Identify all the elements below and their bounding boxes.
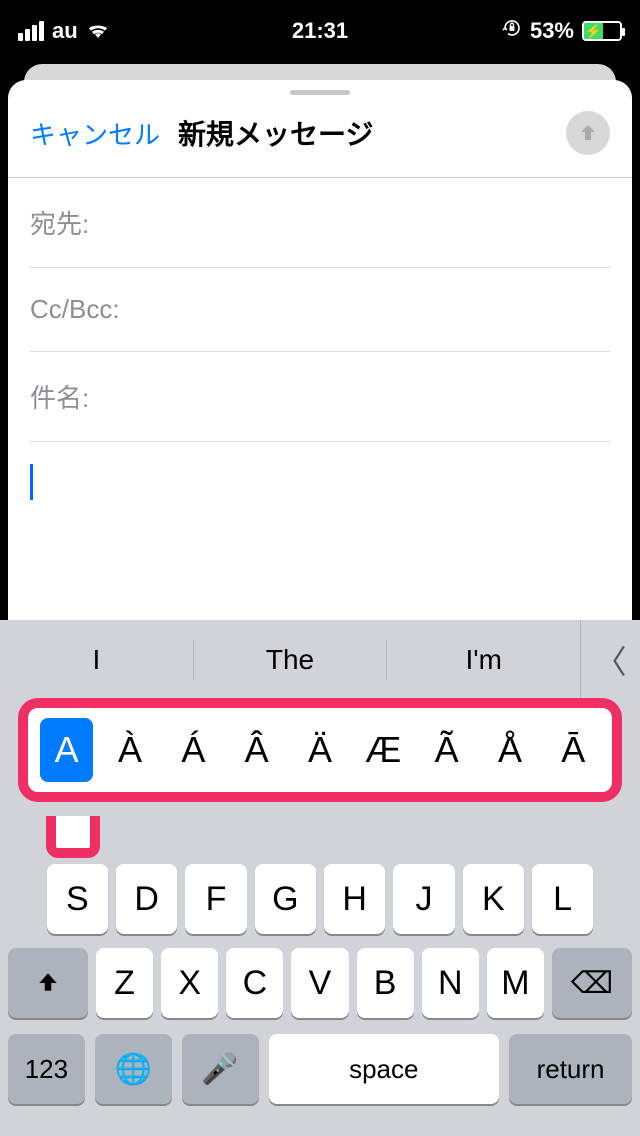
to-label: 宛先:: [30, 209, 89, 239]
ccbcc-label: Cc/Bcc:: [30, 294, 120, 324]
globe-key[interactable]: 🌐: [95, 1034, 172, 1104]
to-field[interactable]: 宛先:: [30, 178, 610, 268]
accent-key[interactable]: Á: [167, 718, 220, 782]
key-Z[interactable]: Z: [96, 948, 153, 1018]
key-row-3: Z X C V B N M ⌫: [0, 948, 640, 1018]
key-G[interactable]: G: [255, 864, 316, 934]
space-key[interactable]: space: [269, 1034, 500, 1104]
accent-key[interactable]: Ā: [547, 718, 600, 782]
key-L[interactable]: L: [532, 864, 593, 934]
accent-key[interactable]: À: [103, 718, 156, 782]
key-M[interactable]: M: [487, 948, 544, 1018]
accent-popup: A À Á Â Ä Æ Ã Å Ā: [18, 698, 622, 802]
shift-icon: [35, 970, 61, 996]
keyboard: I The I'm 〈 A À Á Â Ä Æ Ã Å Ā S D F G H …: [0, 620, 640, 1136]
accent-key[interactable]: Æ: [357, 718, 410, 782]
accent-key-A[interactable]: A: [40, 718, 93, 782]
key-X[interactable]: X: [161, 948, 218, 1018]
key-row-4: 123 🌐 🎤 space return: [0, 1034, 640, 1104]
key-S[interactable]: S: [47, 864, 108, 934]
mic-icon: 🎤: [201, 1052, 238, 1087]
key-H[interactable]: H: [324, 864, 385, 934]
subject-label: 件名:: [30, 383, 89, 413]
arrow-up-icon: [576, 121, 600, 145]
globe-icon: 🌐: [115, 1052, 152, 1087]
key-B[interactable]: B: [357, 948, 414, 1018]
key-row-2: S D F G H J K L: [0, 864, 640, 934]
predict-3[interactable]: I'm: [387, 644, 580, 676]
accent-key[interactable]: Ä: [293, 718, 346, 782]
key-V[interactable]: V: [291, 948, 348, 1018]
key-F[interactable]: F: [185, 864, 246, 934]
return-key[interactable]: return: [509, 1034, 632, 1104]
ccbcc-field[interactable]: Cc/Bcc:: [30, 268, 610, 352]
status-time: 21:31: [0, 18, 640, 44]
numbers-key[interactable]: 123: [8, 1034, 85, 1104]
cancel-button[interactable]: キャンセル: [30, 115, 160, 152]
key-N[interactable]: N: [422, 948, 479, 1018]
shift-key[interactable]: [8, 948, 88, 1018]
sheet-title: 新規メッセージ: [160, 113, 566, 153]
accent-key[interactable]: Ã: [420, 718, 473, 782]
body-textarea[interactable]: [8, 442, 632, 522]
send-button[interactable]: [566, 111, 610, 155]
predict-collapse[interactable]: 〈: [580, 620, 640, 700]
key-C[interactable]: C: [226, 948, 283, 1018]
backspace-icon: ⌫: [571, 966, 613, 1001]
key-J[interactable]: J: [393, 864, 454, 934]
key-D[interactable]: D: [116, 864, 177, 934]
accent-key[interactable]: Å: [483, 718, 536, 782]
predict-2[interactable]: The: [194, 644, 387, 676]
predict-1[interactable]: I: [0, 644, 193, 676]
accent-popup-tail: [46, 816, 100, 858]
status-bar: au 21:31 53% ⚡: [0, 0, 640, 62]
subject-field[interactable]: 件名:: [30, 352, 610, 442]
accent-key[interactable]: Â: [230, 718, 283, 782]
text-cursor: [30, 464, 33, 500]
dictation-key[interactable]: 🎤: [182, 1034, 259, 1104]
backspace-key[interactable]: ⌫: [552, 948, 632, 1018]
battery-icon: ⚡: [582, 21, 622, 41]
key-K[interactable]: K: [463, 864, 524, 934]
prediction-bar: I The I'm 〈: [0, 620, 640, 700]
